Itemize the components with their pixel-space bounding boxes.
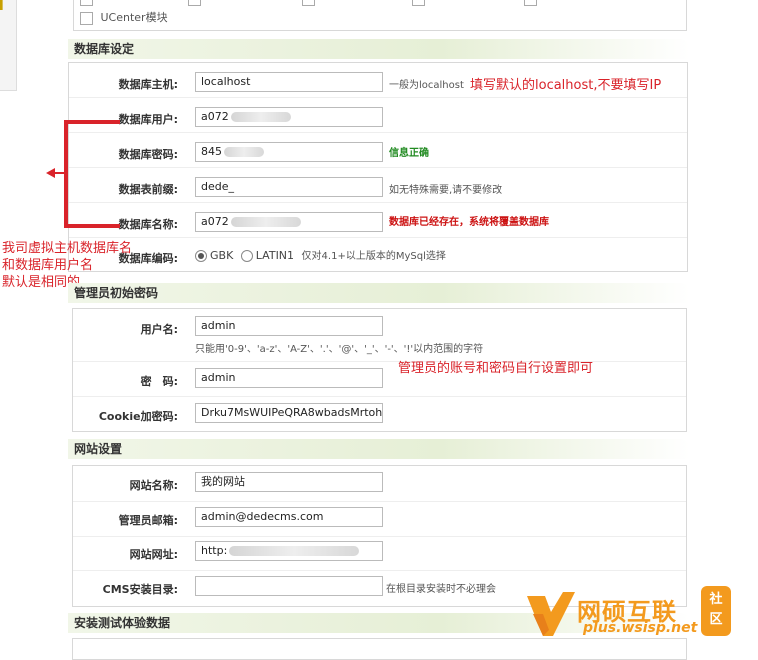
admin-email-input[interactable]: admin@dedecms.com — [195, 507, 383, 527]
watermark-logo: 网硕互联 plus.wsisp.net 社区 — [523, 582, 748, 642]
redaction-blur — [224, 147, 264, 157]
redaction-blur — [230, 112, 291, 122]
module-checkbox-3[interactable] — [302, 0, 315, 6]
cookie-input[interactable]: Drku7MsWUIPeQRA8wbadsMrtohnN — [195, 403, 383, 423]
site-url-input[interactable]: http: — [195, 541, 383, 561]
admin-password-label: 密 码: — [140, 375, 178, 388]
db-host-hint: 一般为localhost — [389, 80, 464, 91]
module-checkbox-4[interactable] — [412, 0, 425, 6]
cookie-label: Cookie加密码: — [98, 410, 178, 423]
admin-password-value: admin — [201, 371, 236, 384]
module-ucenter[interactable]: UCenter模块 — [80, 9, 168, 25]
admin-email-value: admin@dedecms.com — [201, 510, 324, 523]
watermark-url: plus.wsisp.net — [583, 620, 698, 636]
left-nav-fragment: ▌ — [0, 0, 17, 91]
db-section-header: 数据库设定 — [68, 39, 690, 59]
admin-user-input[interactable]: admin — [195, 316, 383, 336]
db-password-status: 信息正确 — [389, 148, 429, 159]
cms-dir-label: CMS安装目录: — [102, 583, 178, 596]
redaction-blur — [230, 217, 301, 227]
db-user-input[interactable]: a072 — [195, 107, 383, 127]
nav-glyph-1: ▌ — [0, 0, 8, 10]
watermark-badge: 社区 — [701, 586, 731, 636]
db-password-input[interactable]: 845 — [195, 142, 383, 162]
annotation-bracket-vertical — [64, 120, 68, 228]
module-checkbox-2[interactable] — [188, 0, 201, 6]
db-prefix-hint: 如无特殊需要,请不要修改 — [389, 185, 503, 196]
host-annotation: 填写默认的localhost,不要填写IP — [470, 78, 662, 93]
db-host-input[interactable]: localhost — [195, 72, 383, 92]
admin-annotation: 管理员的账号和密码自行设置即可 — [398, 361, 594, 376]
db-host-value: localhost — [201, 75, 251, 88]
db-user-value: a072 — [201, 110, 229, 123]
site-name-value: 我的网站 — [201, 475, 245, 488]
site-name-input[interactable]: 我的网站 — [195, 472, 383, 492]
admin-section-header: 管理员初始密码 — [68, 283, 690, 303]
module-ucenter-label: UCenter模块 — [100, 11, 168, 24]
db-name-warning: 数据库已经存在，系统将覆盖数据库 — [389, 217, 549, 228]
site-url-label: 网站网址: — [129, 548, 178, 561]
annotation-bracket-top — [64, 120, 120, 124]
charset-latin1-label: LATIN1 — [255, 249, 295, 262]
admin-user-value: admin — [201, 319, 236, 332]
db-user-label: 数据库用户: — [118, 113, 178, 126]
db-prefix-label: 数据表前缀: — [118, 183, 178, 196]
admin-user-label: 用户名: — [140, 323, 178, 336]
db-prefix-value: dede_ — [201, 180, 234, 193]
cms-dir-hint: 在根目录安装时不必理会 — [386, 584, 496, 595]
module-ucenter-checkbox[interactable] — [80, 11, 93, 25]
charset-gbk-radio[interactable] — [195, 250, 207, 262]
admin-email-label: 管理员邮箱: — [118, 514, 178, 527]
redaction-blur — [229, 546, 360, 556]
module-checkbox-5[interactable] — [524, 0, 537, 6]
cms-dir-input[interactable] — [195, 576, 383, 596]
db-name-value: a072 — [201, 215, 229, 228]
db-password-label: 数据库密码: — [118, 148, 178, 161]
nav-glyph-3 — [0, 58, 2, 72]
nav-glyph-2 — [0, 24, 2, 38]
db-settings-box — [68, 62, 688, 272]
admin-user-hint: 只能用'0-9'、'a-z'、'A-Z'、'.'、'@'、'_'、'-'、'!'… — [195, 344, 484, 355]
annotation-bracket-bottom — [64, 224, 120, 228]
db-name-input[interactable]: a072 — [195, 212, 383, 232]
site-name-label: 网站名称: — [129, 479, 178, 492]
db-password-value: 845 — [201, 145, 222, 158]
wsisp-logo-icon — [527, 592, 575, 636]
cookie-value: Drku7MsWUIPeQRA8wbadsMrtohnN — [201, 406, 383, 419]
module-checkbox-1[interactable] — [80, 0, 93, 6]
db-host-label: 数据库主机: — [118, 78, 178, 91]
admin-password-input[interactable]: admin — [195, 368, 383, 388]
site-section-header: 网站设置 — [68, 439, 690, 459]
charset-gbk-label: GBK — [210, 249, 234, 262]
annotation-arrow-icon — [46, 168, 55, 178]
watermark-badge-text: 社区 — [709, 592, 723, 627]
charset-latin1-radio[interactable] — [240, 250, 253, 262]
site-url-value: http: — [201, 544, 228, 557]
db-charset-options: GBK LATIN1 仅对4.1+以上版本的MySql选择 — [195, 247, 446, 262]
charset-hint: 仅对4.1+以上版本的MySql选择 — [301, 251, 446, 262]
db-prefix-input[interactable]: dede_ — [195, 177, 383, 197]
